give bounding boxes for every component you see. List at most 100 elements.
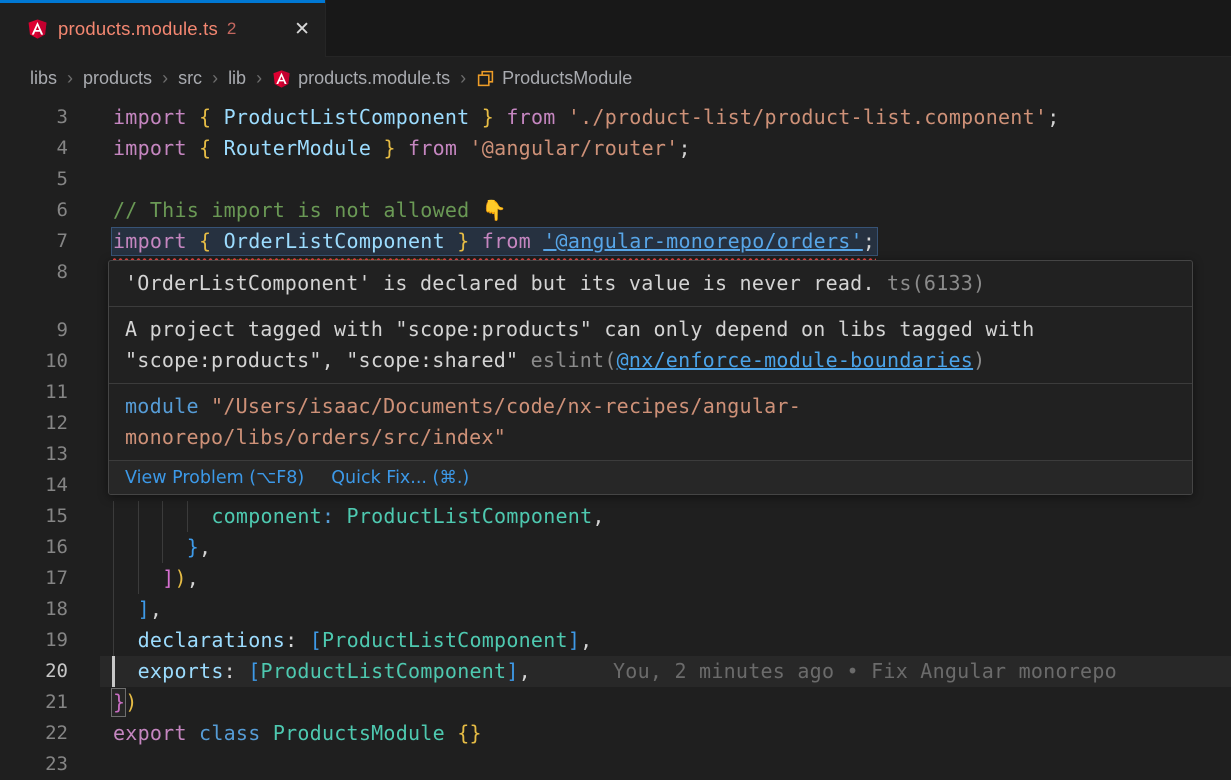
line-number[interactable]: 16 xyxy=(0,532,68,563)
breadcrumb-item-libs[interactable]: libs xyxy=(30,68,57,89)
code-token: '@angular-monorepo/orders' xyxy=(543,229,863,253)
code-token: { xyxy=(199,136,211,160)
code-line[interactable]: export class ProductsModule {} xyxy=(113,718,482,749)
code-token: ProductListComponent xyxy=(322,628,568,652)
code-token: OrderListComponent xyxy=(224,229,445,253)
code-token: [ xyxy=(310,628,322,652)
code-line[interactable]: }, xyxy=(113,532,211,563)
breadcrumb: libs›products›src›lib›products.module.ts… xyxy=(0,57,1231,100)
line-number[interactable]: 12 xyxy=(0,408,68,439)
code-editor[interactable]: 3 import { ProductListComponent } from '.… xyxy=(0,100,1231,780)
code-token xyxy=(396,136,408,160)
code-token: } xyxy=(457,229,469,253)
breadcrumb-item-products.module.ts[interactable]: products.module.ts xyxy=(272,68,450,89)
line-number[interactable]: 23 xyxy=(0,749,68,780)
line-number[interactable]: 4 xyxy=(0,133,68,164)
code-token: ] xyxy=(138,597,150,621)
code-token: from xyxy=(408,136,457,160)
breadcrumb-item-products[interactable]: products xyxy=(83,68,152,89)
tab-products-module[interactable]: products.module.ts 2 ✕ xyxy=(0,0,326,57)
code-line[interactable]: import { RouterModule } from '@angular/r… xyxy=(113,133,691,164)
breadcrumb-item-ProductsModule[interactable]: ProductsModule xyxy=(476,68,632,89)
code-token: , xyxy=(187,566,199,590)
code-line[interactable]: import { ProductListComponent } from './… xyxy=(113,102,1059,133)
hover-tooltip: 'OrderListComponent' is declared but its… xyxy=(108,260,1193,495)
line-number[interactable]: 21 xyxy=(0,687,68,718)
code-token: , xyxy=(150,597,162,621)
line-number[interactable]: 3 xyxy=(0,102,68,133)
hover-section-1: 'OrderListComponent' is declared but its… xyxy=(109,261,1192,306)
breadcrumb-label: products.module.ts xyxy=(298,68,450,89)
breadcrumb-label: src xyxy=(178,68,202,89)
breadcrumb-separator: › xyxy=(256,68,262,89)
line-number[interactable]: 9 xyxy=(0,315,68,346)
code-token xyxy=(469,229,481,253)
view-problem-action[interactable]: View Problem (⌥F8) xyxy=(125,468,304,488)
line-number[interactable]: 15 xyxy=(0,501,68,532)
line-number[interactable]: 6 xyxy=(0,195,68,226)
code-token: } xyxy=(187,535,199,559)
line-number[interactable]: 22 xyxy=(0,718,68,749)
code-line[interactable]: component: ProductListComponent, xyxy=(113,501,605,532)
code-token: 'OrderListComponent' is declared but its… xyxy=(125,271,875,295)
code-token: RouterModule xyxy=(224,136,372,160)
code-token xyxy=(113,597,138,621)
breadcrumb-label: libs xyxy=(30,68,57,89)
code-token: import xyxy=(113,229,187,253)
code-token xyxy=(297,628,309,652)
code-token: import xyxy=(113,136,187,160)
line-number[interactable]: 18 xyxy=(0,594,68,625)
code-token xyxy=(469,105,481,129)
code-token xyxy=(113,628,138,652)
active-tab-indicator xyxy=(0,0,325,3)
breadcrumb-item-lib[interactable]: lib xyxy=(228,68,246,89)
breadcrumb-separator: › xyxy=(460,68,466,89)
hover-text-line: 'OrderListComponent' is declared but its… xyxy=(125,268,1176,299)
code-token: export xyxy=(113,721,187,745)
line-number[interactable]: 14 xyxy=(0,470,68,501)
quick-fix-action[interactable]: Quick Fix... (⌘.) xyxy=(331,468,469,488)
code-token: {} xyxy=(457,721,482,745)
code-line[interactable]: ], xyxy=(113,594,162,625)
code-token: A project tagged with "scope:products" c… xyxy=(125,317,1035,341)
code-token xyxy=(236,659,248,683)
code-token: ts(6133) xyxy=(875,271,986,295)
eslint-rule-link[interactable]: @nx/enforce-module-boundaries xyxy=(617,348,973,372)
code-line[interactable]: exports: [ProductListComponent], xyxy=(113,656,531,687)
line-number[interactable]: 5 xyxy=(0,164,68,195)
code-token: 👇 xyxy=(482,198,507,222)
line-number[interactable]: 17 xyxy=(0,563,68,594)
line-number[interactable]: 7 xyxy=(0,226,68,257)
code-token xyxy=(556,105,568,129)
code-line[interactable]: ]), xyxy=(113,563,199,594)
code-token xyxy=(457,136,469,160)
line-number[interactable]: 20 xyxy=(0,656,68,687)
line-number[interactable]: 11 xyxy=(0,377,68,408)
code-line[interactable]: // This import is not allowed 👇 xyxy=(113,195,507,226)
squiggle-underline xyxy=(224,252,445,259)
breadcrumb-item-src[interactable]: src xyxy=(178,68,202,89)
tab-close-icon[interactable]: ✕ xyxy=(294,18,310,40)
code-token xyxy=(187,721,199,745)
line-number[interactable]: 13 xyxy=(0,439,68,470)
line-number[interactable]: 19 xyxy=(0,625,68,656)
code-token: , xyxy=(580,628,592,652)
code-token: monorepo/libs/orders/src/index" xyxy=(125,425,506,449)
code-token: class xyxy=(199,721,260,745)
code-token: [ xyxy=(248,659,260,683)
code-line[interactable]: declarations: [ProductListComponent], xyxy=(113,625,592,656)
code-token: ] xyxy=(162,566,174,590)
code-token xyxy=(371,136,383,160)
code-token: ] xyxy=(506,659,518,683)
breadcrumb-separator: › xyxy=(212,68,218,89)
code-token xyxy=(113,566,162,590)
code-token: eslint( xyxy=(518,348,616,372)
code-token xyxy=(187,136,199,160)
code-token: ) xyxy=(125,690,137,714)
angular-icon xyxy=(27,18,48,39)
line-number[interactable]: 10 xyxy=(0,346,68,377)
code-token xyxy=(211,229,223,253)
line-number[interactable]: 8 xyxy=(0,257,68,288)
code-token: } xyxy=(383,136,395,160)
code-token: ; xyxy=(863,229,875,253)
